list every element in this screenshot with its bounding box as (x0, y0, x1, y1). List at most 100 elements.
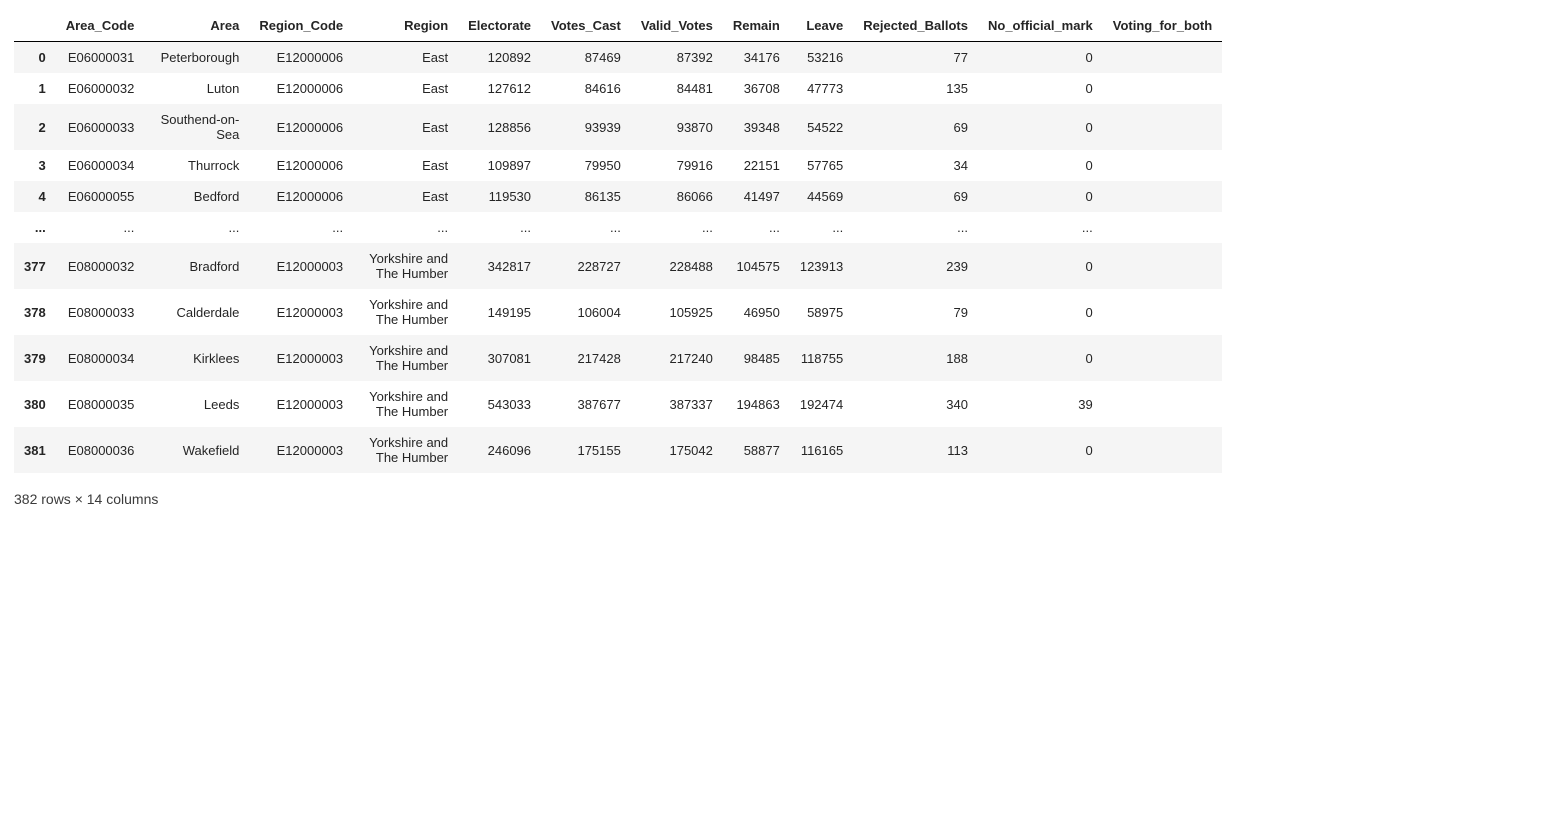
cell: 39 (978, 381, 1103, 427)
cell: 0 (978, 150, 1103, 181)
cell: 0 (978, 42, 1103, 74)
cell: East (353, 73, 458, 104)
table-row: 1 E06000032 Luton E12000006 East 127612 … (14, 73, 1222, 104)
cell: E08000033 (56, 289, 145, 335)
cell: 128856 (458, 104, 541, 150)
table-row: 377 E08000032 Bradford E12000003 Yorkshi… (14, 243, 1222, 289)
cell: 228488 (631, 243, 723, 289)
cell: Yorkshire and The Humber (353, 335, 458, 381)
cell: 0 (978, 289, 1103, 335)
cell: ... (56, 212, 145, 243)
dataframe-head: Area_Code Area Region_Code Region Electo… (14, 10, 1222, 42)
cell: 22151 (723, 150, 790, 181)
row-index: 380 (14, 381, 56, 427)
cell: E12000006 (249, 150, 353, 181)
cell: ... (249, 212, 353, 243)
cell: 47773 (790, 73, 853, 104)
cell: 307081 (458, 335, 541, 381)
cell: E08000036 (56, 427, 145, 473)
cell: ... (631, 212, 723, 243)
cell (1103, 335, 1222, 381)
cell: ... (978, 212, 1103, 243)
col-header: Rejected_Ballots (853, 10, 978, 42)
row-index: 4 (14, 181, 56, 212)
cell: 93870 (631, 104, 723, 150)
cell (1103, 73, 1222, 104)
cell: 135 (853, 73, 978, 104)
row-index: 379 (14, 335, 56, 381)
table-row: 378 E08000033 Calderdale E12000003 Yorks… (14, 289, 1222, 335)
cell (1103, 150, 1222, 181)
dataframe-table: Area_Code Area Region_Code Region Electo… (14, 10, 1222, 473)
cell: Calderdale (144, 289, 249, 335)
cell: Southend-on-Sea (144, 104, 249, 150)
cell: 93939 (541, 104, 631, 150)
cell: ... (790, 212, 853, 243)
cell: 69 (853, 104, 978, 150)
col-header: Remain (723, 10, 790, 42)
cell: 342817 (458, 243, 541, 289)
cell: 105925 (631, 289, 723, 335)
dataframe-body: 0 E06000031 Peterborough E12000006 East … (14, 42, 1222, 474)
cell: E06000032 (56, 73, 145, 104)
cell: 149195 (458, 289, 541, 335)
cell: 86135 (541, 181, 631, 212)
cell: 79916 (631, 150, 723, 181)
cell: 217428 (541, 335, 631, 381)
col-header: Area (144, 10, 249, 42)
cell: 79 (853, 289, 978, 335)
cell: 387337 (631, 381, 723, 427)
cell: 120892 (458, 42, 541, 74)
cell: 44569 (790, 181, 853, 212)
cell: ... (541, 212, 631, 243)
cell: 58975 (790, 289, 853, 335)
cell: East (353, 42, 458, 74)
cell: 46950 (723, 289, 790, 335)
cell: 104575 (723, 243, 790, 289)
table-row: 0 E06000031 Peterborough E12000006 East … (14, 42, 1222, 74)
cell: 188 (853, 335, 978, 381)
cell: Thurrock (144, 150, 249, 181)
table-row: 3 E06000034 Thurrock E12000006 East 1098… (14, 150, 1222, 181)
cell: Yorkshire and The Humber (353, 243, 458, 289)
cell: 34176 (723, 42, 790, 74)
cell: 84481 (631, 73, 723, 104)
cell: 87469 (541, 42, 631, 74)
col-header: Valid_Votes (631, 10, 723, 42)
cell: Yorkshire and The Humber (353, 381, 458, 427)
ellipsis-row: ... ... ... ... ... ... ... ... ... ... … (14, 212, 1222, 243)
cell: E08000034 (56, 335, 145, 381)
cell (1103, 104, 1222, 150)
cell: 34 (853, 150, 978, 181)
cell: E12000006 (249, 104, 353, 150)
cell: Wakefield (144, 427, 249, 473)
cell: 192474 (790, 381, 853, 427)
cell: 194863 (723, 381, 790, 427)
cell: 39348 (723, 104, 790, 150)
row-index: 381 (14, 427, 56, 473)
cell: 127612 (458, 73, 541, 104)
cell (1103, 181, 1222, 212)
col-header: Region (353, 10, 458, 42)
cell: East (353, 104, 458, 150)
cell: ... (353, 212, 458, 243)
index-corner (14, 10, 56, 42)
row-index: 0 (14, 42, 56, 74)
cell: East (353, 150, 458, 181)
cell (1103, 289, 1222, 335)
row-index: 3 (14, 150, 56, 181)
cell: 228727 (541, 243, 631, 289)
cell: 69 (853, 181, 978, 212)
cell: 79950 (541, 150, 631, 181)
col-header: No_official_mark (978, 10, 1103, 42)
cell: 175042 (631, 427, 723, 473)
cell: 53216 (790, 42, 853, 74)
cell: 106004 (541, 289, 631, 335)
cell: 239 (853, 243, 978, 289)
cell: Yorkshire and The Humber (353, 289, 458, 335)
cell: 543033 (458, 381, 541, 427)
cell: E12000003 (249, 243, 353, 289)
table-row: 4 E06000055 Bedford E12000006 East 11953… (14, 181, 1222, 212)
table-row: 380 E08000035 Leeds E12000003 Yorkshire … (14, 381, 1222, 427)
cell: 84616 (541, 73, 631, 104)
